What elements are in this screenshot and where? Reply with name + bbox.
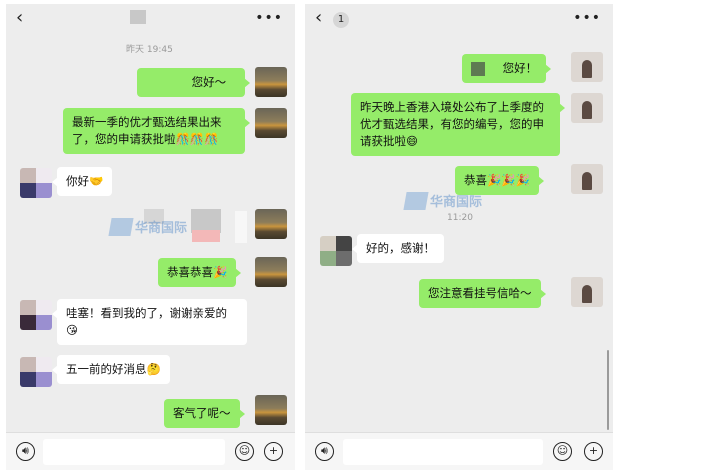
avatar-contact[interactable] (20, 300, 52, 330)
message-input[interactable] (43, 439, 225, 465)
chat-header: ‹ 1 ••• (305, 4, 613, 34)
emoji-icon[interactable]: ☺ (235, 442, 254, 461)
avatar-contact[interactable] (320, 236, 352, 266)
voice-icon[interactable]: 🔊︎ (315, 442, 334, 461)
message-text: 客气了呢～ (173, 406, 231, 420)
message-bubble-me[interactable]: 您注意看挂号信哈～ (419, 279, 545, 308)
avatar-me[interactable] (571, 164, 603, 194)
contact-name-redacted (130, 10, 146, 24)
message-bubble-me[interactable]: 您好！ (462, 54, 552, 83)
message-bubble-me[interactable]: 最新一季的优才甄选结果出来了，您的申请获批啦🎊🎊🎊 (63, 108, 250, 154)
message-text: 最新一季的优才甄选结果出来了，您的申请获批啦🎊🎊🎊 (72, 115, 222, 146)
avatar-contact[interactable] (20, 357, 52, 387)
avatar-me[interactable] (255, 257, 287, 287)
message-bubble-them[interactable]: 哇塞！看到我的了，谢谢亲爱的😘 (52, 299, 247, 345)
avatar-me[interactable] (255, 108, 287, 138)
message-bubble-me[interactable]: 您好～ (137, 68, 250, 97)
timestamp: 11:20 (447, 213, 473, 223)
watermark-logo: 华商国际 (108, 216, 187, 236)
chat-window-right: ‹ 1 ••• 您好！ 昨天晚上香港入境处公布了上季度的优才甄选结果，有您的编号… (305, 4, 613, 470)
message-bubble-me[interactable]: 昨天晚上香港入境处公布了上季度的优才甄选结果，有您的编号，您的申请获批啦😄 (351, 93, 565, 156)
more-button[interactable]: ••• (255, 10, 283, 26)
message-text: 您好～ (191, 75, 227, 89)
message-text: 昨天晚上香港入境处公布了上季度的优才甄选结果，有您的编号，您的申请获批啦😄 (360, 100, 544, 148)
message-bubble-them[interactable]: 你好🤝 (51, 167, 113, 196)
avatar-me[interactable] (255, 67, 287, 97)
message-text: 你好🤝 (66, 174, 104, 188)
chevron-left-icon[interactable]: ‹ (315, 7, 322, 28)
message-text: 五一前的好消息🤔 (66, 362, 161, 376)
chat-header: ‹ ••• (6, 4, 295, 34)
redacted-block (235, 211, 247, 243)
message-input[interactable] (343, 439, 543, 465)
avatar-contact[interactable] (20, 168, 52, 198)
message-bubble-me[interactable]: 客气了呢～ (164, 399, 244, 428)
plus-icon[interactable]: + (264, 442, 283, 461)
avatar-me[interactable] (255, 395, 287, 425)
message-text: 哇塞！看到我的了，谢谢亲爱的😘 (66, 306, 227, 337)
more-button[interactable]: ••• (573, 10, 601, 26)
watermark-logo: 华商国际 (403, 190, 482, 210)
message-text: 您注意看挂号信哈～ (428, 286, 532, 300)
voice-icon[interactable]: 🔊︎ (16, 442, 35, 461)
unread-badge: 1 (333, 12, 349, 28)
message-bubble-them[interactable]: 五一前的好消息🤔 (52, 355, 170, 384)
input-bar: 🔊︎ ☺ + (305, 432, 613, 470)
avatar-me[interactable] (571, 93, 603, 123)
avatar-me[interactable] (255, 209, 287, 239)
message-text: 恭喜恭喜🎉 (167, 265, 228, 279)
message-bubble-them[interactable]: 好的，感谢！ (352, 234, 444, 263)
chevron-left-icon[interactable]: ‹ (16, 7, 23, 28)
emoji-icon[interactable]: ☺ (553, 442, 572, 461)
message-text: 恭喜🎉🎉🎉 (464, 173, 530, 187)
avatar-me[interactable] (571, 52, 603, 82)
chat-window-left: ‹ ••• 昨天 19:45 您好～ 最新一季的优才甄选结果出来了，您的申请获批… (6, 4, 295, 470)
scrollbar[interactable] (607, 350, 609, 430)
message-text: 您好！ (502, 61, 538, 75)
avatar-me[interactable] (571, 277, 603, 307)
timestamp: 昨天 19:45 (126, 45, 173, 55)
plus-icon[interactable]: + (584, 442, 603, 461)
message-text: 好的，感谢！ (366, 241, 435, 255)
message-bubble-me[interactable]: 恭喜恭喜🎉 (158, 258, 242, 287)
input-bar: 🔊︎ ☺ + (6, 432, 295, 470)
redacted-block (192, 230, 220, 242)
